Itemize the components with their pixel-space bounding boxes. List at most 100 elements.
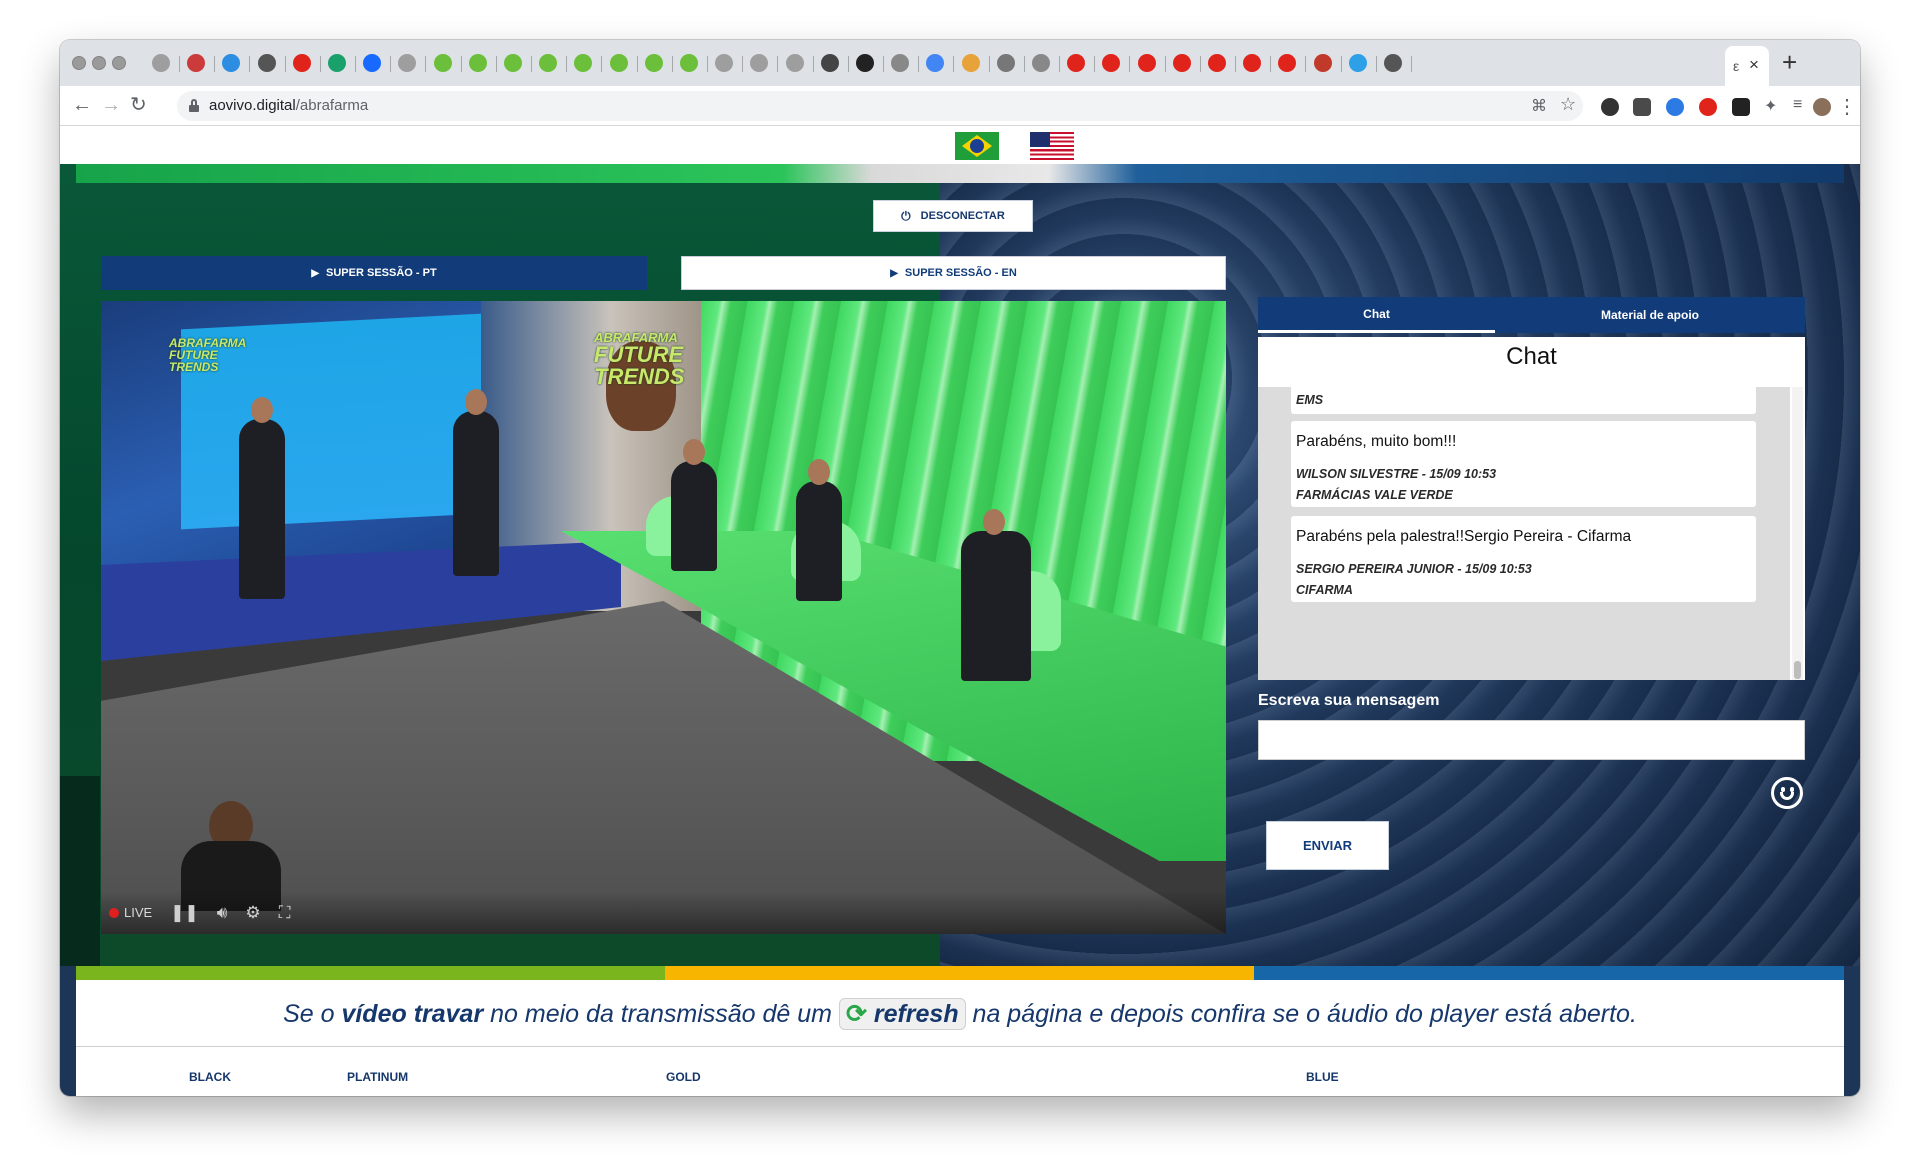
- tab-favicon-icon[interactable]: [187, 54, 206, 72]
- tab-separator: [284, 56, 286, 72]
- presenter-figure: [239, 397, 285, 599]
- tab-favicon-icon[interactable]: [1172, 54, 1191, 72]
- emoji-icon[interactable]: [1771, 777, 1803, 809]
- chat-scrollbar[interactable]: [1792, 387, 1803, 680]
- tab-favicon-icon[interactable]: [750, 54, 769, 72]
- session-pt-button[interactable]: ▶ SUPER SESSÃO - PT: [101, 256, 647, 290]
- profile-avatar[interactable]: [1813, 98, 1831, 116]
- session-en-button[interactable]: ▶ SUPER SESSÃO - EN: [681, 256, 1226, 290]
- refresh-notice: Se o vídeo travar no meio da transmissão…: [283, 998, 1637, 1030]
- forward-arrow-icon[interactable]: →: [101, 92, 121, 118]
- message-input[interactable]: [1258, 720, 1805, 760]
- footer-panel: Se o vídeo travar no meio da transmissão…: [76, 980, 1844, 1096]
- message-company: CIFARMA: [1296, 583, 1353, 597]
- extension-compass-icon[interactable]: [1666, 98, 1684, 116]
- tab-favicon-icon[interactable]: [961, 54, 980, 72]
- tab-favicon-icon[interactable]: [680, 54, 698, 72]
- volume-icon[interactable]: 🔊︎: [217, 903, 228, 923]
- language-bar: [60, 126, 1860, 164]
- tab-favicon-icon[interactable]: [785, 54, 804, 72]
- tab-favicon-icon[interactable]: [891, 54, 910, 72]
- disconnect-button[interactable]: ⏻ DESCONECTAR: [873, 200, 1033, 232]
- address-bar[interactable]: aovivo.digital/abrafarma ⌘ ☆: [177, 91, 1583, 121]
- tab-separator: [566, 56, 568, 72]
- tab-favicon-icon[interactable]: [1348, 54, 1367, 72]
- tab-favicon-icon[interactable]: [292, 54, 311, 72]
- fullscreen-icon[interactable]: ⛶: [279, 903, 291, 923]
- message-author: WILSON SILVESTRE - 15/09 10:53: [1296, 467, 1497, 481]
- tab-separator: [812, 56, 814, 72]
- pause-icon[interactable]: ❚❚: [170, 903, 199, 923]
- tab-favicon-icon[interactable]: [1278, 54, 1297, 72]
- tab-favicon-icon[interactable]: [1102, 54, 1121, 72]
- chat-scroll-thumb[interactable]: [1794, 661, 1801, 679]
- tab-favicon-icon[interactable]: [539, 54, 558, 72]
- tab-favicon-icon[interactable]: [257, 54, 276, 72]
- tab-favicon-icon[interactable]: [328, 54, 346, 72]
- browser-menu-icon[interactable]: ⋮: [1837, 94, 1857, 119]
- tab-favicon-icon[interactable]: [222, 54, 241, 72]
- extension-dark-icon[interactable]: [1732, 98, 1750, 116]
- tab-favicon-icon[interactable]: [1067, 54, 1086, 72]
- tab-material-de-apoio[interactable]: Material de apoio: [1495, 297, 1805, 333]
- message-company: FARMÁCIAS VALE VERDE: [1296, 488, 1453, 502]
- tab-favicon-icon[interactable]: [996, 54, 1015, 72]
- message-company: EMS: [1296, 393, 1324, 407]
- tab-favicon-icon[interactable]: [820, 54, 839, 72]
- flag-brazil-icon[interactable]: [955, 132, 999, 160]
- tab-favicon-icon[interactable]: [715, 54, 734, 72]
- tab-favicon-icon[interactable]: [152, 54, 170, 72]
- close-window-button[interactable]: [72, 56, 86, 70]
- page-content: ⏻ DESCONECTAR ▶ SUPER SESSÃO - PT ▶ SUPE…: [60, 126, 1860, 1096]
- minimize-window-button[interactable]: [92, 56, 106, 70]
- reading-list-icon[interactable]: ≡: [1793, 96, 1802, 114]
- tab-favicon-icon[interactable]: [1032, 54, 1050, 72]
- extension-badge-icon[interactable]: [1601, 98, 1619, 116]
- tab-favicon-icon[interactable]: [1137, 54, 1156, 72]
- settings-gear-icon[interactable]: ⚙: [245, 903, 260, 923]
- tab-favicon-icon[interactable]: [574, 54, 593, 72]
- tab-favicon-icon[interactable]: [363, 54, 382, 72]
- disconnect-label: DESCONECTAR: [920, 210, 1005, 222]
- flag-usa-icon[interactable]: [1030, 132, 1074, 160]
- tab-favicon-icon[interactable]: [644, 54, 663, 72]
- new-tab-button[interactable]: +: [1782, 47, 1797, 77]
- tab-favicon-icon[interactable]: [856, 54, 874, 72]
- presenter-figure: [453, 389, 499, 576]
- tab-separator: [425, 56, 427, 72]
- extensions-puzzle-icon[interactable]: ✦: [1764, 96, 1777, 116]
- tab-favicon-icon[interactable]: [1208, 54, 1226, 72]
- extension-opera-icon[interactable]: [1699, 98, 1717, 116]
- reload-icon[interactable]: ↻: [130, 92, 147, 118]
- tab-favicon-icon[interactable]: [1384, 54, 1402, 72]
- play-icon: ▶: [890, 267, 898, 279]
- close-tab-icon[interactable]: ×: [1749, 55, 1759, 75]
- tab-favicon-icon[interactable]: [468, 54, 487, 72]
- tab-favicon-icon[interactable]: [926, 54, 945, 72]
- tab-separator: [1235, 56, 1236, 72]
- tab-separator: [1164, 56, 1166, 72]
- tab-favicon-icon[interactable]: [398, 54, 417, 72]
- tab-favicon-icon[interactable]: [433, 54, 452, 72]
- future-trends-logo-small: ABRAFARMA FUTURE TRENDS: [169, 336, 247, 374]
- send-button[interactable]: ENVIAR: [1266, 821, 1389, 870]
- chat-message-list[interactable]: EMS Parabéns, muito bom!!! WILSON SILVES…: [1258, 387, 1790, 680]
- browser-toolbar: ← → ↻ aovivo.digital/abrafarma ⌘ ☆ ✦ ≡ ⋮: [60, 86, 1860, 126]
- tab-favicon-icon: ε: [1733, 58, 1740, 74]
- zoom-window-button[interactable]: [112, 56, 126, 70]
- back-arrow-icon[interactable]: ←: [72, 92, 92, 118]
- translate-icon[interactable]: ⌘: [1531, 96, 1547, 116]
- tab-favicon-icon[interactable]: [504, 54, 522, 72]
- tab-separator: [918, 56, 920, 72]
- tab-chat[interactable]: Chat: [1258, 297, 1495, 333]
- extension-shield-icon[interactable]: [1633, 98, 1651, 116]
- tab-favicon-icon[interactable]: [1243, 54, 1262, 72]
- tab-favicon-icon[interactable]: [1313, 54, 1332, 72]
- bookmark-star-icon[interactable]: ☆: [1560, 94, 1576, 115]
- tab-favicon-icon[interactable]: [609, 54, 628, 72]
- active-tab[interactable]: ε ×: [1725, 46, 1769, 86]
- video-player[interactable]: ABRAFARMA FUTURE TRENDS ABRAFARMA FUTURE TRE…: [101, 301, 1226, 934]
- lock-icon[interactable]: [189, 99, 199, 112]
- tab-separator: [1199, 56, 1201, 72]
- tab-separator: [777, 56, 779, 72]
